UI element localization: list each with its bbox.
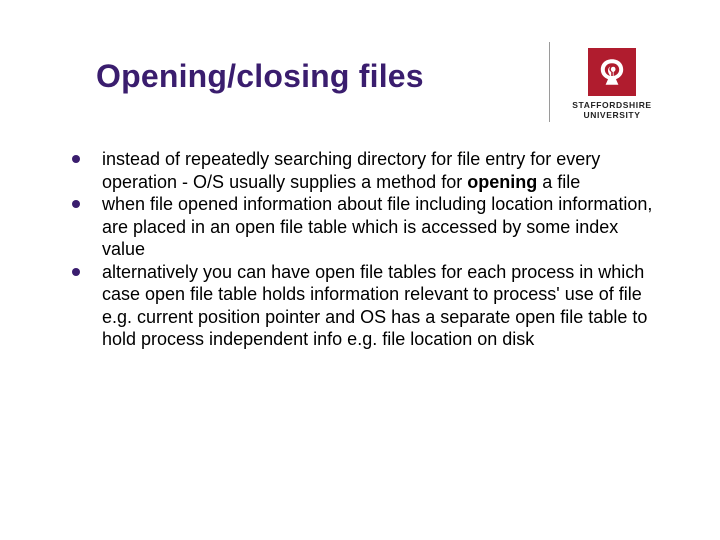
list-item: alternatively you can have open file tab…	[72, 261, 658, 351]
list-item: when file opened information about file …	[72, 193, 658, 261]
stafford-knot-icon	[596, 56, 628, 88]
logo-text: STAFFORDSHIREUNIVERSITY	[572, 100, 651, 120]
list-item: instead of repeatedly searching director…	[72, 148, 658, 193]
title-divider	[549, 42, 550, 122]
slide-body: instead of repeatedly searching director…	[72, 148, 658, 351]
logo-badge	[588, 48, 636, 96]
university-logo: STAFFORDSHIREUNIVERSITY	[562, 48, 662, 120]
slide-title: Opening/closing files	[96, 58, 424, 95]
bullet-list: instead of repeatedly searching director…	[72, 148, 658, 351]
